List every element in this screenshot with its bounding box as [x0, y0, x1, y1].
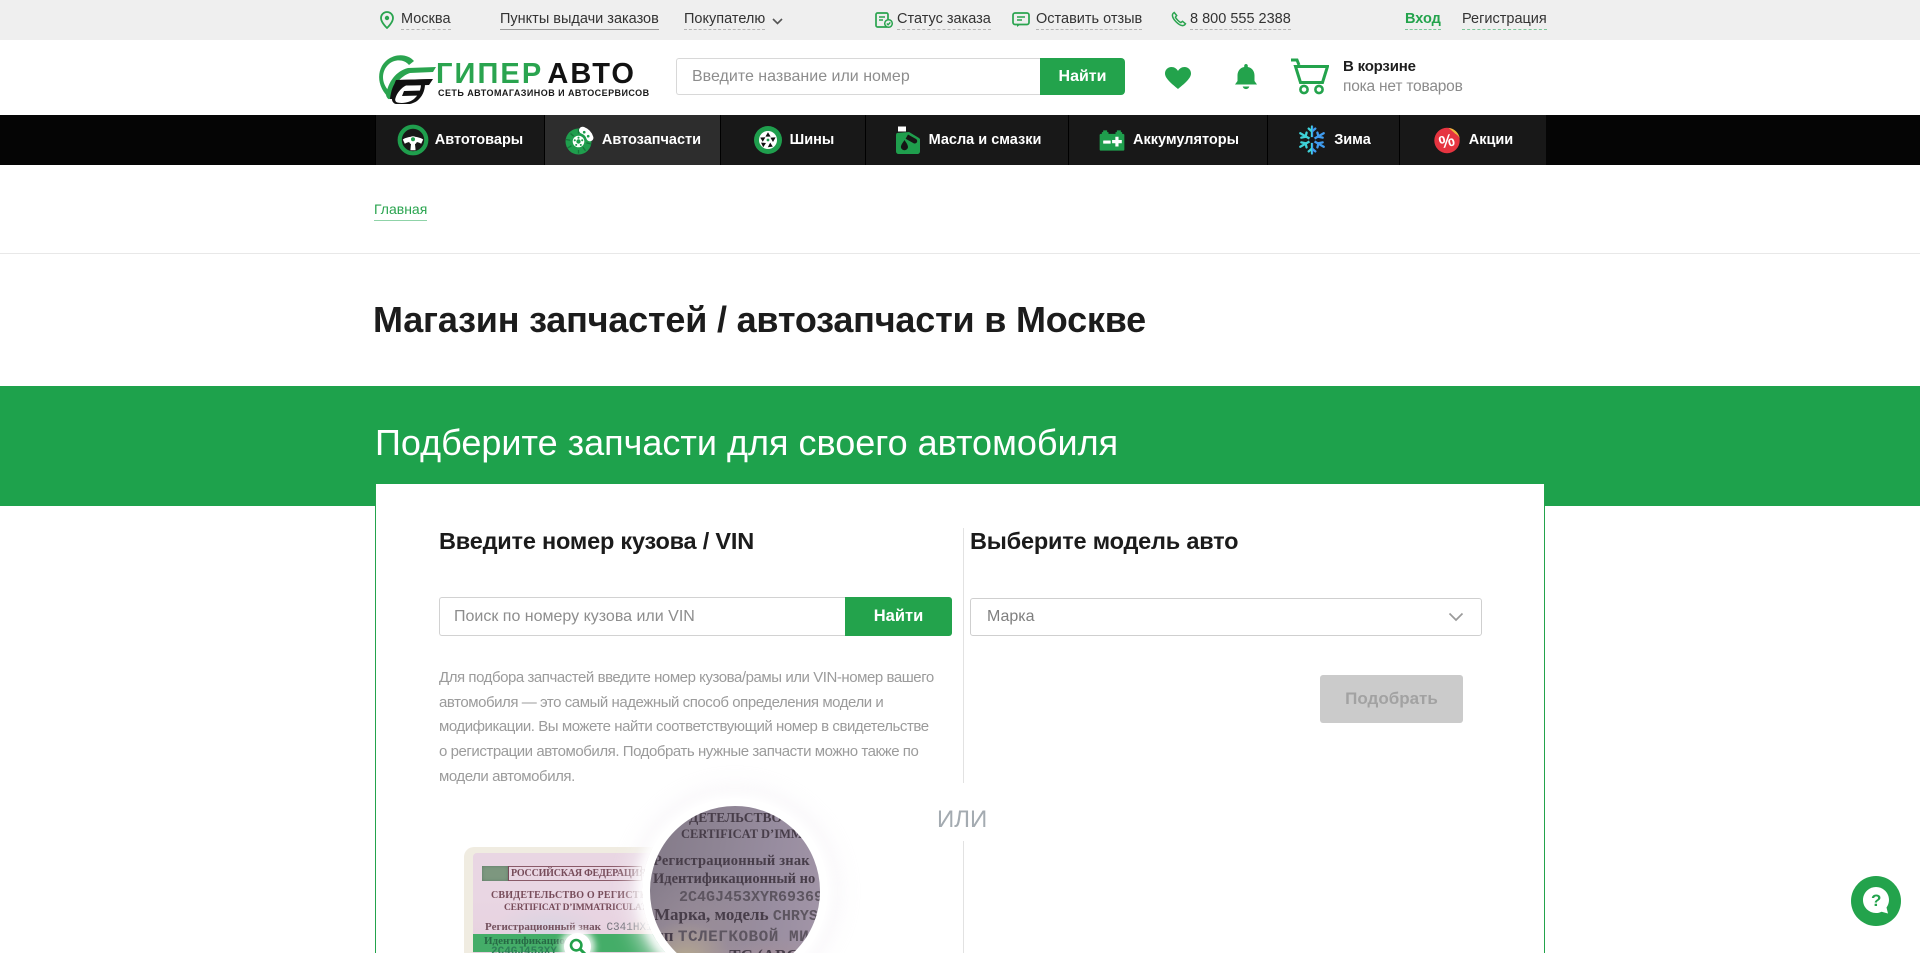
svg-text:?: ? — [1871, 891, 1881, 910]
